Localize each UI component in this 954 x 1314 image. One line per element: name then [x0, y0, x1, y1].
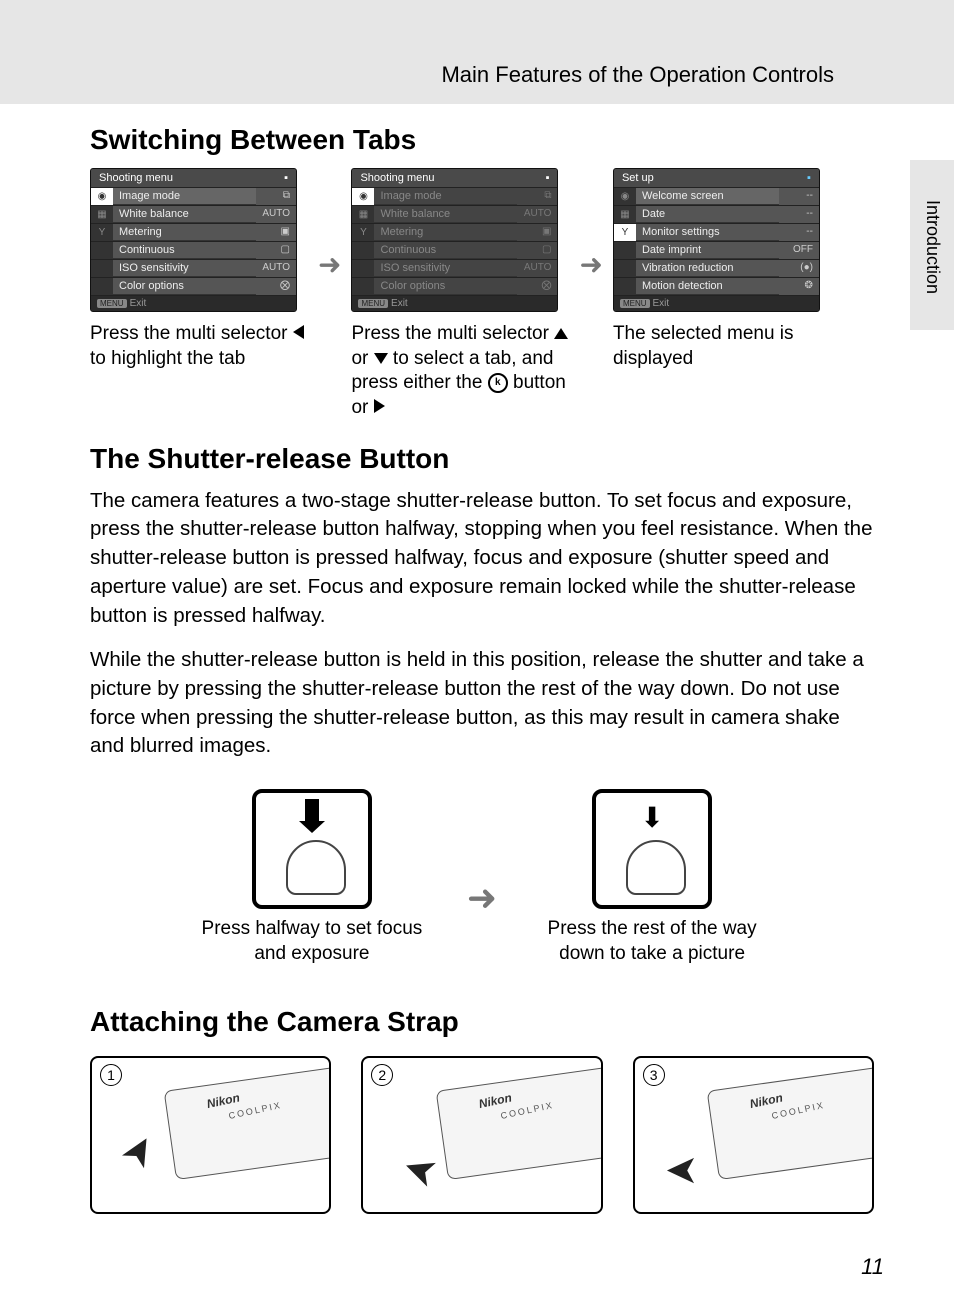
left-triangle-icon [293, 325, 304, 339]
scene-tab-icon: ▦ [91, 206, 113, 223]
page-header-title: Main Features of the Operation Controls [441, 62, 834, 88]
setup-tab-icon: Y [91, 224, 113, 241]
scene-tab-icon: ▦ [352, 206, 374, 223]
strap-arrow-icon: ➤ [665, 1148, 699, 1194]
shutter-paragraph-1: The camera features a two-stage shutter-… [90, 487, 874, 630]
side-tab-label: Introduction [922, 200, 943, 294]
menu-screenshot-3: Set up▪ ◉Welcome screen-- ▦Date-- YMonit… [613, 168, 820, 312]
menu3-title: Set up [622, 172, 654, 184]
strap-arrow-icon: ➤ [396, 1144, 443, 1199]
page-number: 11 [861, 1254, 884, 1280]
strap-diagram-row: 1 Nikon COOLPIX ➤ 2 Nikon COOLPIX ➤ 3 Ni… [90, 1056, 874, 1214]
camera-tab-icon: ◉ [91, 188, 113, 205]
scene-tab-icon: ▦ [614, 206, 636, 223]
down-triangle-icon [374, 353, 388, 364]
menu2-title: Shooting menu [360, 172, 434, 184]
setup-tab-icon: Y [614, 224, 636, 241]
heading-attaching-strap: Attaching the Camera Strap [90, 1006, 874, 1038]
ok-button-icon: k [488, 373, 508, 393]
full-press-arrow-icon: ⬇ [640, 801, 663, 834]
menu-screenshot-2: Shooting menu▪ ◉Image mode⧉ ▦White balan… [351, 168, 558, 312]
menu1-title: Shooting menu [99, 172, 173, 184]
step-number-3: 3 [643, 1064, 665, 1086]
shutter-full-press-diagram: ⬇ [592, 789, 712, 909]
caption-1: Press the multi selector to highlight th… [90, 322, 320, 371]
shutter-diagram-row: Press halfway to set focus and exposure … [90, 789, 874, 966]
shutter-caption-1: Press halfway to set focus and exposure [197, 917, 427, 966]
tab-screenshots-row: Shooting menu▪ ◉Image mode⧉ ▦White balan… [90, 168, 874, 421]
right-triangle-icon [374, 399, 385, 413]
heading-shutter-release: The Shutter-release Button [90, 443, 874, 475]
shutter-caption-2: Press the rest of the way down to take a… [537, 917, 767, 966]
menu-screenshot-1: Shooting menu▪ ◉Image mode⧉ ▦White balan… [90, 168, 297, 312]
finger-icon [286, 840, 346, 895]
strap-step-1: 1 Nikon COOLPIX ➤ [90, 1056, 331, 1214]
camera-tab-icon: ◉ [614, 188, 636, 205]
shutter-half-press-diagram [252, 789, 372, 909]
section-side-tab: Introduction [910, 160, 954, 330]
step-number-1: 1 [100, 1064, 122, 1086]
strap-step-3: 3 Nikon COOLPIX ➤ [633, 1056, 874, 1214]
arrow-icon-3: ➜ [467, 877, 497, 919]
finger-icon [626, 840, 686, 895]
brand-label: Nikon [477, 1091, 513, 1112]
setup-tab-icon: Y [352, 224, 374, 241]
page-header-bar: Main Features of the Operation Controls [0, 0, 954, 104]
caption-3: The selected menu is displayed [613, 322, 843, 371]
half-press-arrow-icon [305, 799, 319, 821]
arrow-icon-1: ➜ [318, 248, 341, 281]
step-number-2: 2 [371, 1064, 393, 1086]
strap-arrow-icon: ➤ [110, 1125, 167, 1177]
arrow-icon-2: ➜ [579, 248, 602, 281]
heading-switching-tabs: Switching Between Tabs [90, 124, 874, 156]
shutter-paragraph-2: While the shutter-release button is held… [90, 646, 874, 761]
strap-step-2: 2 Nikon COOLPIX ➤ [361, 1056, 602, 1214]
camera-tab-icon: ◉ [352, 188, 374, 205]
caption-2: Press the multi selector or to select a … [351, 322, 581, 421]
up-triangle-icon [554, 328, 568, 339]
